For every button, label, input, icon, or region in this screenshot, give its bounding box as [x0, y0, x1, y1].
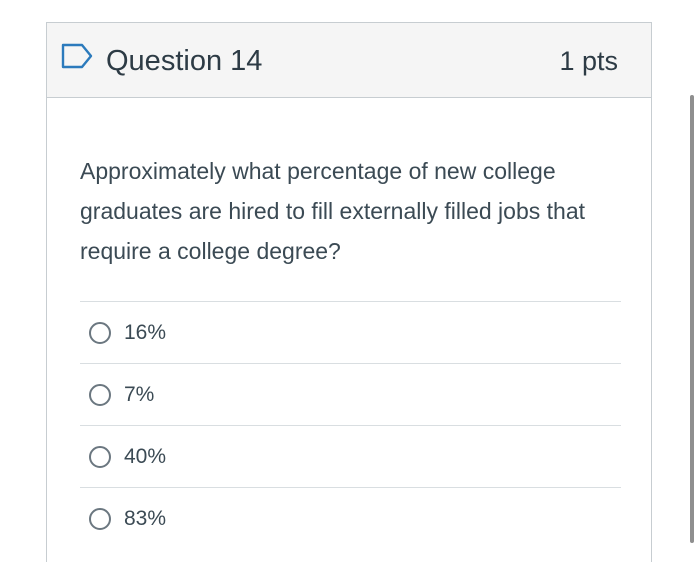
answer-label: 83%	[124, 506, 167, 530]
answer-list: 16% 7% 40% 83%	[80, 301, 621, 549]
page-scrollbar[interactable]	[690, 95, 694, 543]
answer-label: 7%	[124, 382, 155, 406]
question-card: Question 14 1 pts Approximately what per…	[46, 22, 652, 562]
answer-option-7[interactable]: 7%	[80, 363, 621, 425]
answer-label: 16%	[124, 320, 167, 344]
radio-button-icon[interactable]	[89, 383, 111, 406]
answer-option-16[interactable]: 16%	[80, 301, 621, 363]
radio-button-icon[interactable]	[89, 445, 111, 468]
answer-option-83[interactable]: 83%	[80, 487, 621, 549]
question-points: 1 pts	[559, 46, 618, 76]
answer-option-40[interactable]: 40%	[80, 425, 621, 487]
radio-button-icon[interactable]	[89, 321, 111, 344]
flag-icon[interactable]	[61, 43, 93, 69]
question-title: Question 14	[106, 45, 263, 77]
radio-button-icon[interactable]	[89, 507, 111, 530]
question-header: Question 14 1 pts	[47, 23, 651, 98]
question-text: Approximately what percentage of new col…	[80, 158, 586, 264]
answer-label: 40%	[124, 444, 167, 468]
